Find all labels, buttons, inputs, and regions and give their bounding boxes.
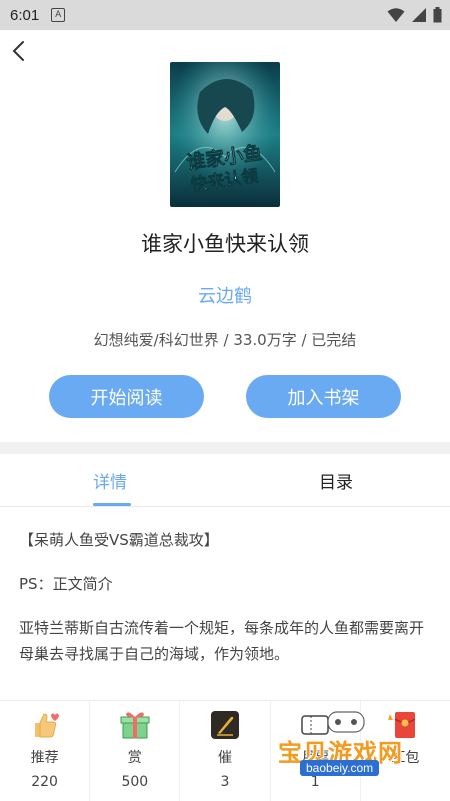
description-tagline: 【呆萌人鱼受VS霸道总裁攻】 — [19, 531, 219, 549]
book-title: 谁家小鱼快来认领 — [141, 232, 309, 256]
quill-pen-icon — [211, 711, 239, 739]
thumbs-up-heart-icon — [34, 713, 59, 738]
reward-button[interactable]: 赏 500 — [90, 701, 181, 801]
back-arrow-icon[interactable] — [8, 38, 30, 64]
status-bar: 6:01 A — [0, 0, 450, 30]
description-ps: PS：正文简介 — [19, 575, 113, 593]
add-to-shelf-button[interactable]: 加入书架 — [246, 375, 401, 418]
recommend-label: 推荐 — [30, 750, 59, 766]
recommend-count: 220 — [31, 774, 58, 790]
monthly-ticket-count: 1 — [310, 774, 320, 790]
recommend-button[interactable]: 推荐 220 — [0, 701, 91, 801]
section-divider — [0, 442, 450, 454]
status-time: 6:01 — [10, 6, 40, 24]
start-reading-button[interactable]: 开始阅读 — [49, 375, 204, 418]
urge-label: 催 — [218, 750, 232, 766]
book-meta: 幻想纯爱/科幻世界 / 33.0万字 / 已完结 — [93, 331, 357, 349]
cellular-signal-icon — [412, 8, 426, 22]
active-tab-indicator — [93, 503, 131, 506]
urge-count: 3 — [220, 774, 230, 790]
book-description: 【呆萌人鱼受VS霸道总裁攻】 PS：正文简介 亚特兰蒂斯自古流传着一个规矩，每条… — [19, 527, 433, 685]
tab-bar: 详情 目录 — [0, 454, 450, 507]
urge-button[interactable]: 催 3 — [180, 701, 271, 801]
gift-box-icon — [120, 712, 150, 739]
book-author[interactable]: 云边鹤 — [0, 282, 450, 308]
notification-icon: A — [51, 8, 66, 22]
tab-details[interactable]: 详情 — [93, 468, 127, 493]
book-cover: 谁家小鱼 快来认领 — [170, 62, 280, 207]
status-icons — [387, 7, 442, 23]
tab-table-of-contents[interactable]: 目录 — [319, 468, 353, 493]
reward-label: 赏 — [127, 750, 142, 766]
wifi-icon — [387, 8, 405, 22]
reward-count: 500 — [121, 774, 149, 790]
watermark-url: baobeiy.com — [300, 760, 380, 776]
battery-icon — [433, 7, 442, 23]
description-body: 亚特兰蒂斯自古流传着一个规矩，每条成年的人鱼都需要离开母巢去寻找属于自己的海域，… — [19, 619, 425, 663]
